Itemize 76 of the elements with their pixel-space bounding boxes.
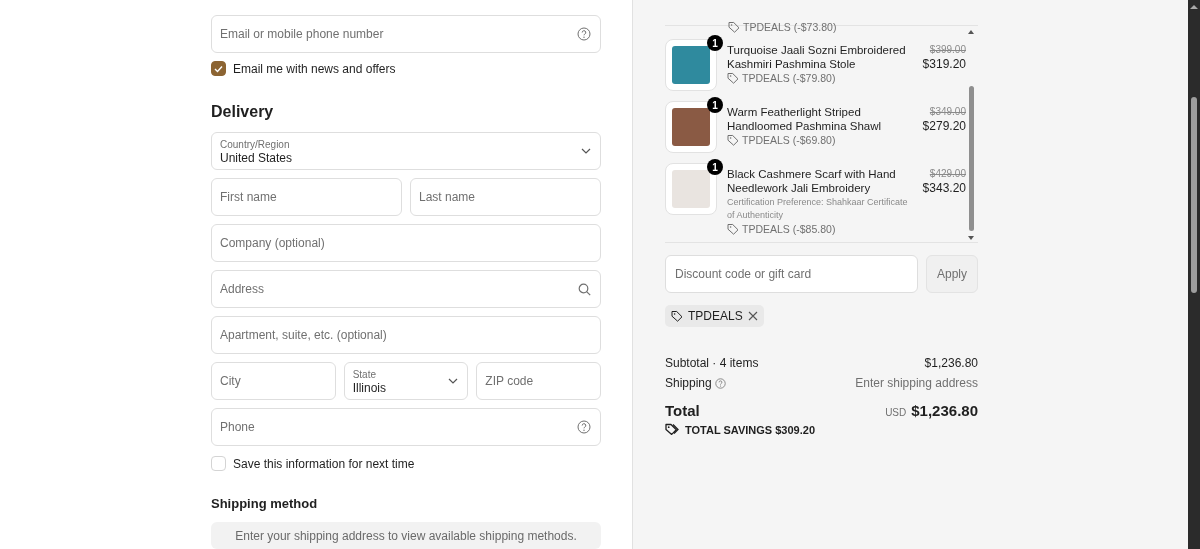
tag-icon (727, 72, 739, 84)
tag-icon (727, 223, 739, 235)
shipping-label: Shipping (665, 376, 712, 390)
text-input[interactable]: Company (optional) (220, 236, 591, 250)
text-input[interactable]: Discount code or gift card (675, 267, 908, 281)
text-input[interactable]: Apartment, suite, etc. (optional) (220, 328, 591, 342)
page-scrollbar[interactable] (1188, 0, 1200, 549)
sale-price: $343.20 (922, 181, 966, 195)
help-icon[interactable] (577, 420, 591, 434)
chevron-down-icon (581, 148, 591, 154)
original-price: $349.00 (929, 106, 966, 117)
section-heading: Delivery (211, 103, 275, 121)
chevron-down-icon (448, 378, 459, 384)
product-name: Black Cashmere Scarf with Hand Needlework Jali Embroidery (727, 167, 897, 195)
text-input[interactable]: Address (220, 282, 572, 296)
currency-code: USD (885, 407, 907, 418)
help-icon[interactable] (714, 377, 726, 389)
input-field[interactable]: Email or mobile phone number (211, 15, 601, 53)
input-field[interactable]: Company (optional) (211, 224, 601, 262)
quantity-badge: 1 (707, 159, 723, 175)
select-field[interactable]: Country/Region United States (211, 132, 601, 170)
help-icon[interactable] (577, 27, 591, 41)
tag-icon (728, 21, 740, 33)
input-field[interactable]: City (211, 362, 336, 400)
checkbox-label: Email me with news and offers (233, 61, 396, 76)
shipping-value: Enter shipping address (855, 376, 978, 390)
total-savings: TOTAL SAVINGS $309.20 (685, 423, 815, 436)
photo-placeholder (672, 108, 710, 146)
text-input[interactable]: Email or mobile phone number (220, 27, 571, 41)
input-field[interactable]: Apartment, suite, etc. (optional) (211, 316, 601, 354)
discount-code: TPDEALS (688, 309, 743, 323)
discount-label: TPDEALS (-$85.80) (742, 223, 836, 235)
text-input[interactable]: ZIP code (485, 374, 591, 388)
search-icon (578, 282, 591, 296)
original-price: $399.00 (929, 44, 966, 55)
total-label: Total (665, 402, 700, 419)
text-input[interactable]: City (220, 374, 326, 388)
close-icon[interactable] (747, 311, 758, 321)
photo-placeholder (672, 170, 710, 208)
input-field[interactable]: Phone (211, 408, 601, 446)
product-option: Certification Preference: Shahkaar Certificate of Authenticity (727, 196, 910, 222)
text-input[interactable]: Phone (220, 420, 571, 434)
checkbox-label: Save this information for next time (233, 456, 415, 471)
tag-icon (671, 310, 683, 322)
text-input[interactable]: First name (220, 190, 392, 204)
original-price: $429.00 (929, 168, 966, 179)
select-field[interactable]: State Illinois (343, 362, 469, 400)
input-field[interactable]: Last name (410, 178, 601, 216)
discount-label: TPDEALS (-$69.80) (742, 134, 836, 146)
checkbox[interactable] (211, 61, 226, 76)
field-label: Country/Region (220, 138, 291, 150)
input-field[interactable]: First name (211, 178, 402, 216)
photo-placeholder (672, 46, 710, 84)
sale-price: $319.20 (922, 57, 966, 71)
quantity-badge: 1 (707, 35, 723, 51)
discount-label: TPDEALS (-$79.80) (742, 72, 836, 84)
quantity-badge: 1 (707, 97, 723, 113)
input-field[interactable]: ZIP code (476, 362, 601, 400)
product-name: Warm Featherlight Striped Handloomed Pashmina Shawl (727, 105, 883, 133)
field-label: State (352, 368, 378, 380)
info-panel: Enter your shipping address to view available shipping methods. (211, 522, 601, 549)
section-heading: Shipping method (211, 496, 319, 511)
sale-price: $279.20 (922, 119, 966, 133)
check-icon (214, 64, 223, 73)
product-name: Turquoise Jaali Sozni Embroidered Kashmiri Pashmina Stole (727, 43, 907, 71)
input-field[interactable]: Discount code or gift card (665, 255, 918, 293)
field-value: Illinois (352, 380, 388, 395)
discount-label: TPDEALS (-$73.80) (743, 21, 837, 33)
subtotal-label: Subtotal · 4 items (665, 356, 759, 370)
tag-icon (727, 134, 739, 146)
field-value: United States (220, 150, 294, 165)
input-field[interactable]: Address (211, 270, 601, 308)
text-input[interactable]: Last name (419, 190, 591, 204)
subtotal-amount: $1,236.80 (924, 356, 978, 370)
tags-icon (665, 423, 679, 436)
total-amount: $1,236.80 (911, 402, 978, 419)
